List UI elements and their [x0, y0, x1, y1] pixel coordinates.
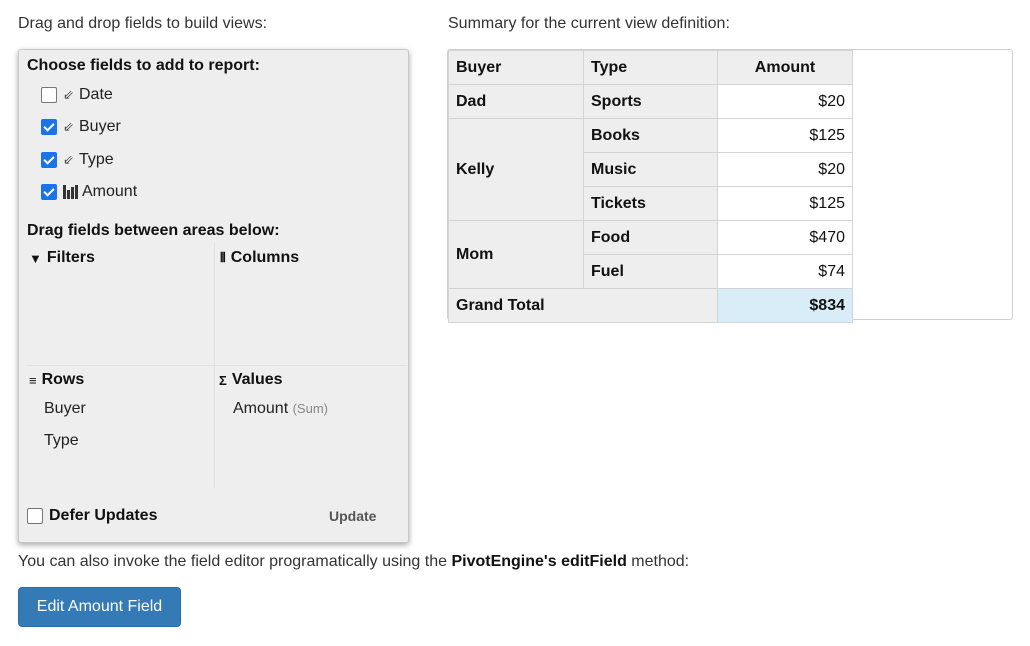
row-header-buyer[interactable]: Kelly: [448, 118, 584, 221]
note-suffix: method:: [626, 553, 690, 570]
area-divider: [27, 365, 407, 366]
field-editor-note: You can also invoke the field editor pro…: [18, 553, 689, 571]
columns-area[interactable]: ⦀ Columns: [220, 249, 299, 267]
dimension-icon: ⇙: [63, 119, 74, 134]
defer-updates[interactable]: Defer Updates: [27, 507, 157, 525]
field-editor-caption: Drag and drop fields to build views:: [18, 15, 268, 32]
row-header-type[interactable]: Sports: [583, 84, 718, 119]
pivot-table: Buyer Type Amount Dad Sports $20 Kelly B…: [448, 50, 853, 323]
field-label: Type: [79, 151, 114, 168]
row-header-buyer[interactable]: Dad: [448, 84, 584, 119]
filters-area[interactable]: ▼ Filters: [29, 249, 95, 267]
grand-total-label[interactable]: Grand Total: [448, 288, 718, 323]
amount-cell[interactable]: $20: [717, 152, 853, 187]
header-buyer[interactable]: Buyer: [448, 50, 584, 85]
columns-label: Columns: [230, 249, 300, 266]
filter-icon: ▼: [29, 250, 42, 266]
update-button[interactable]: Update: [329, 508, 376, 524]
note-text: You can also invoke the field editor pro…: [18, 553, 452, 570]
field-item-amount[interactable]: Amount: [41, 181, 137, 203]
row-header-type[interactable]: Tickets: [583, 186, 718, 221]
header-amount[interactable]: Amount: [717, 50, 853, 85]
edit-amount-field-button[interactable]: Edit Amount Field: [18, 587, 181, 627]
pivot-grid: Buyer Type Amount Dad Sports $20 Kelly B…: [447, 49, 1013, 323]
field-type-checkbox[interactable]: [41, 152, 57, 168]
choose-fields-heading: Choose fields to add to report:: [27, 57, 260, 74]
field-label: Date: [79, 86, 113, 103]
field-item-buyer[interactable]: ⇙ Buyer: [41, 116, 121, 138]
filters-label: Filters: [46, 249, 95, 266]
field-amount-checkbox[interactable]: [41, 184, 57, 200]
columns-icon: ⦀: [220, 250, 226, 265]
field-date-checkbox[interactable]: [41, 87, 57, 103]
field-item-type[interactable]: ⇙ Type: [41, 149, 114, 171]
rows-area[interactable]: ≡ Rows: [29, 371, 84, 389]
dimension-icon: ⇙: [63, 87, 74, 102]
rows-label: Rows: [41, 371, 85, 388]
row-header-type[interactable]: Books: [583, 118, 718, 153]
row-header-buyer[interactable]: Mom: [448, 220, 584, 289]
header-type[interactable]: Type: [583, 50, 718, 85]
area-divider: [214, 366, 215, 488]
values-label: Values: [231, 371, 283, 388]
values-item-amount[interactable]: Amount (Sum): [233, 400, 328, 418]
pivot-field-editor: Choose fields to add to report: ⇙ Date ⇙…: [18, 49, 409, 543]
values-item-aggregate: (Sum): [292, 401, 328, 416]
defer-updates-label: Defer Updates: [49, 507, 158, 524]
row-header-type[interactable]: Food: [583, 220, 718, 255]
amount-cell[interactable]: $125: [717, 186, 853, 221]
drag-areas-heading: Drag fields between areas below:: [27, 222, 280, 239]
sigma-icon: Σ: [219, 372, 227, 388]
amount-cell[interactable]: $470: [717, 220, 853, 255]
field-buyer-checkbox[interactable]: [41, 119, 57, 135]
row-header-type[interactable]: Music: [583, 152, 718, 187]
field-item-date[interactable]: ⇙ Date: [41, 84, 113, 106]
rows-icon: ≡: [29, 372, 37, 388]
note-method-name: editField: [561, 553, 627, 570]
values-area[interactable]: Σ Values: [219, 371, 283, 389]
note-class-name: PivotEngine's: [451, 553, 557, 570]
field-label: Buyer: [79, 118, 121, 135]
amount-cell[interactable]: $20: [717, 84, 853, 119]
amount-cell[interactable]: $74: [717, 254, 853, 289]
area-divider: [214, 243, 215, 365]
summary-caption: Summary for the current view definition:: [448, 15, 730, 32]
values-item-name: Amount: [233, 400, 289, 417]
rows-item-buyer[interactable]: Buyer: [44, 400, 86, 418]
grand-total-cell[interactable]: $834: [717, 288, 853, 323]
measure-icon: [63, 185, 78, 199]
row-header-type[interactable]: Fuel: [583, 254, 718, 289]
defer-updates-checkbox[interactable]: [27, 508, 43, 524]
amount-cell[interactable]: $125: [717, 118, 853, 153]
rows-item-type[interactable]: Type: [44, 432, 79, 450]
dimension-icon: ⇙: [63, 152, 74, 167]
field-label: Amount: [82, 183, 138, 200]
